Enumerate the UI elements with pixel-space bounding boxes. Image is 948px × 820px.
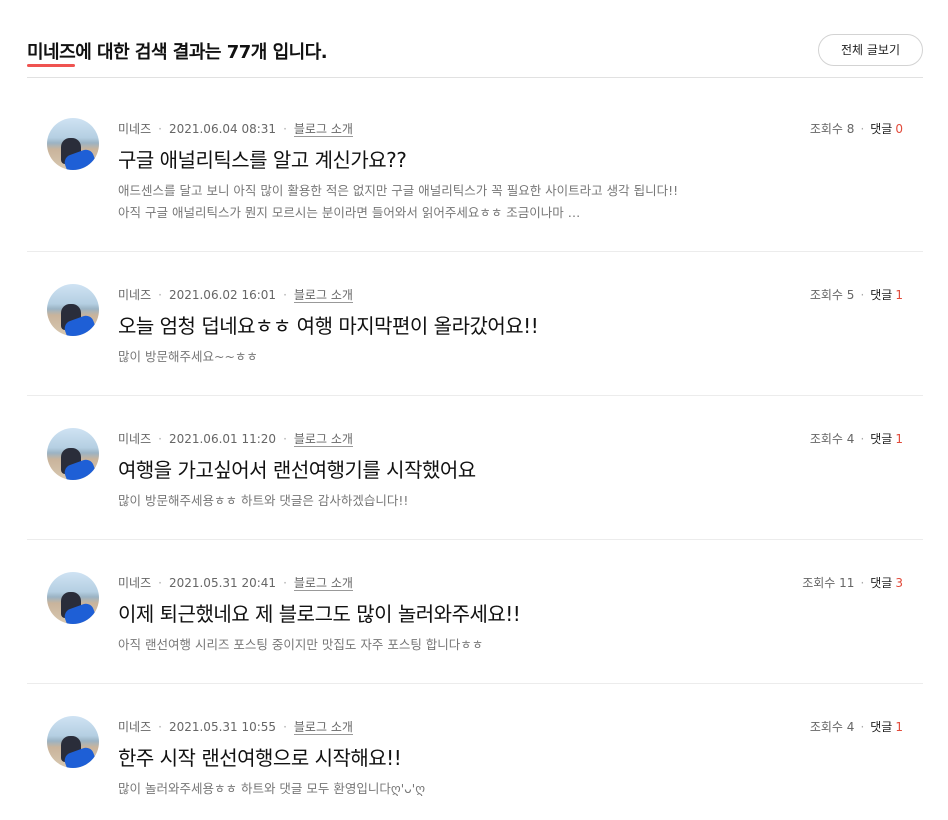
post-category-link[interactable]: 블로그 소개: [293, 288, 353, 303]
comments-count[interactable]: 1: [895, 720, 903, 734]
post-date: 2021.06.01 11:20: [168, 432, 277, 446]
post-excerpt[interactable]: 애드센스를 달고 보니 아직 많이 활용한 적은 없지만 구글 애널리틱스가 꼭…: [118, 180, 683, 224]
post-excerpt[interactable]: 아직 랜선여행 시리즈 포스팅 중이지만 맛집도 자주 포스팅 합니다ㅎㅎ: [118, 634, 683, 656]
comments-count[interactable]: 0: [895, 122, 903, 136]
post-stats: 조회수 4 · 댓글 1: [809, 720, 903, 734]
post-date: 2021.05.31 10:55: [168, 720, 277, 734]
post-excerpt[interactable]: 많이 방문해주세용ㅎㅎ 하트와 댓글은 감사하겠습니다!!: [118, 490, 683, 512]
comments-label[interactable]: 댓글: [870, 576, 892, 590]
post-meta: 미네즈 · 2021.06.02 16:01 · 블로그 소개: [118, 288, 353, 303]
post-meta: 미네즈 · 2021.06.04 08:31 · 블로그 소개: [118, 122, 353, 137]
post-author[interactable]: 미네즈: [118, 288, 151, 302]
views-label: 조회수: [809, 720, 843, 734]
post-stats: 조회수 11 · 댓글 3: [802, 576, 903, 590]
post-title-link[interactable]: 여행을 가고싶어서 랜선여행기를 시작했어요: [118, 454, 476, 483]
post-meta: 미네즈 · 2021.06.01 11:20 · 블로그 소개: [118, 432, 353, 447]
list-item[interactable]: 미네즈 · 2021.06.02 16:01 · 블로그 소개 조회수 5 · 댓글 1 오늘…: [27, 274, 923, 396]
avatar[interactable]: [47, 572, 99, 624]
avatar[interactable]: [47, 284, 99, 336]
post-author[interactable]: 미네즈: [118, 432, 151, 446]
views-label: 조회수: [802, 576, 836, 590]
views-label: 조회수: [809, 122, 843, 136]
comments-count[interactable]: 1: [895, 432, 903, 446]
list-item[interactable]: 미네즈 · 2021.06.01 11:20 · 블로그 소개 조회수 4 · 댓글 1 여행…: [27, 418, 923, 540]
search-result-header: 미네즈에 대한 검색 결과는 77개 입니다. 전체 글보기: [27, 0, 923, 78]
post-date: 2021.05.31 20:41: [168, 576, 277, 590]
list-item[interactable]: 미네즈 · 2021.06.04 08:31 · 블로그 소개 조회수 8 · 댓글 0 구글…: [27, 108, 923, 252]
comments-count[interactable]: 3: [895, 576, 903, 590]
search-result-summary: 에 대한 검색 결과는 77개 입니다.: [75, 42, 328, 63]
comments-count[interactable]: 1: [895, 288, 903, 302]
post-author[interactable]: 미네즈: [118, 576, 151, 590]
post-date: 2021.06.04 08:31: [168, 122, 277, 136]
views-count: 5: [846, 288, 855, 302]
post-excerpt[interactable]: 많이 놀러와주세용ㅎㅎ 하트와 댓글 모두 환영입니다ღ'ᴗ'ღ: [118, 778, 683, 800]
post-title-link[interactable]: 구글 애널리틱스를 알고 계신가요??: [118, 144, 407, 173]
post-stats: 조회수 5 · 댓글 1: [809, 288, 903, 302]
views-label: 조회수: [809, 288, 843, 302]
post-category-link[interactable]: 블로그 소개: [293, 720, 353, 735]
views-count: 4: [846, 432, 855, 446]
view-all-posts-button[interactable]: 전체 글보기: [818, 34, 923, 66]
post-author[interactable]: 미네즈: [118, 122, 151, 136]
list-item[interactable]: 미네즈 · 2021.05.31 20:41 · 블로그 소개 조회수 11 · 댓글 3 이…: [27, 562, 923, 684]
post-date: 2021.06.02 16:01: [168, 288, 277, 302]
post-category-link[interactable]: 블로그 소개: [293, 432, 353, 447]
comments-label[interactable]: 댓글: [870, 288, 892, 302]
post-meta: 미네즈 · 2021.05.31 20:41 · 블로그 소개: [118, 576, 353, 591]
views-count: 11: [839, 576, 855, 590]
post-category-link[interactable]: 블로그 소개: [293, 576, 353, 591]
post-title-link[interactable]: 이제 퇴근했네요 제 블로그도 많이 놀러와주세요!!: [118, 598, 521, 627]
post-excerpt[interactable]: 많이 방문해주세요~~ㅎㅎ: [118, 346, 683, 368]
list-item[interactable]: 미네즈 · 2021.05.31 10:55 · 블로그 소개 조회수 4 · 댓글 1 한주…: [27, 706, 923, 816]
views-label: 조회수: [809, 432, 843, 446]
post-meta: 미네즈 · 2021.05.31 10:55 · 블로그 소개: [118, 720, 353, 735]
search-keyword: 미네즈: [27, 38, 76, 67]
post-title-link[interactable]: 한주 시작 랜선여행으로 시작해요!!: [118, 742, 402, 771]
post-category-link[interactable]: 블로그 소개: [293, 122, 353, 137]
views-count: 4: [846, 720, 855, 734]
avatar[interactable]: [47, 118, 99, 170]
post-title-link[interactable]: 오늘 엄청 덥네요ㅎㅎ 여행 마지막편이 올라갔어요!!: [118, 310, 539, 339]
views-count: 8: [846, 122, 855, 136]
post-stats: 조회수 4 · 댓글 1: [809, 432, 903, 446]
post-stats: 조회수 8 · 댓글 0: [809, 122, 903, 136]
comments-label[interactable]: 댓글: [870, 122, 892, 136]
comments-label[interactable]: 댓글: [870, 432, 892, 446]
avatar[interactable]: [47, 716, 99, 768]
post-author[interactable]: 미네즈: [118, 720, 151, 734]
avatar[interactable]: [47, 428, 99, 480]
search-result-title: 미네즈에 대한 검색 결과는 77개 입니다.: [27, 38, 328, 67]
comments-label[interactable]: 댓글: [870, 720, 892, 734]
